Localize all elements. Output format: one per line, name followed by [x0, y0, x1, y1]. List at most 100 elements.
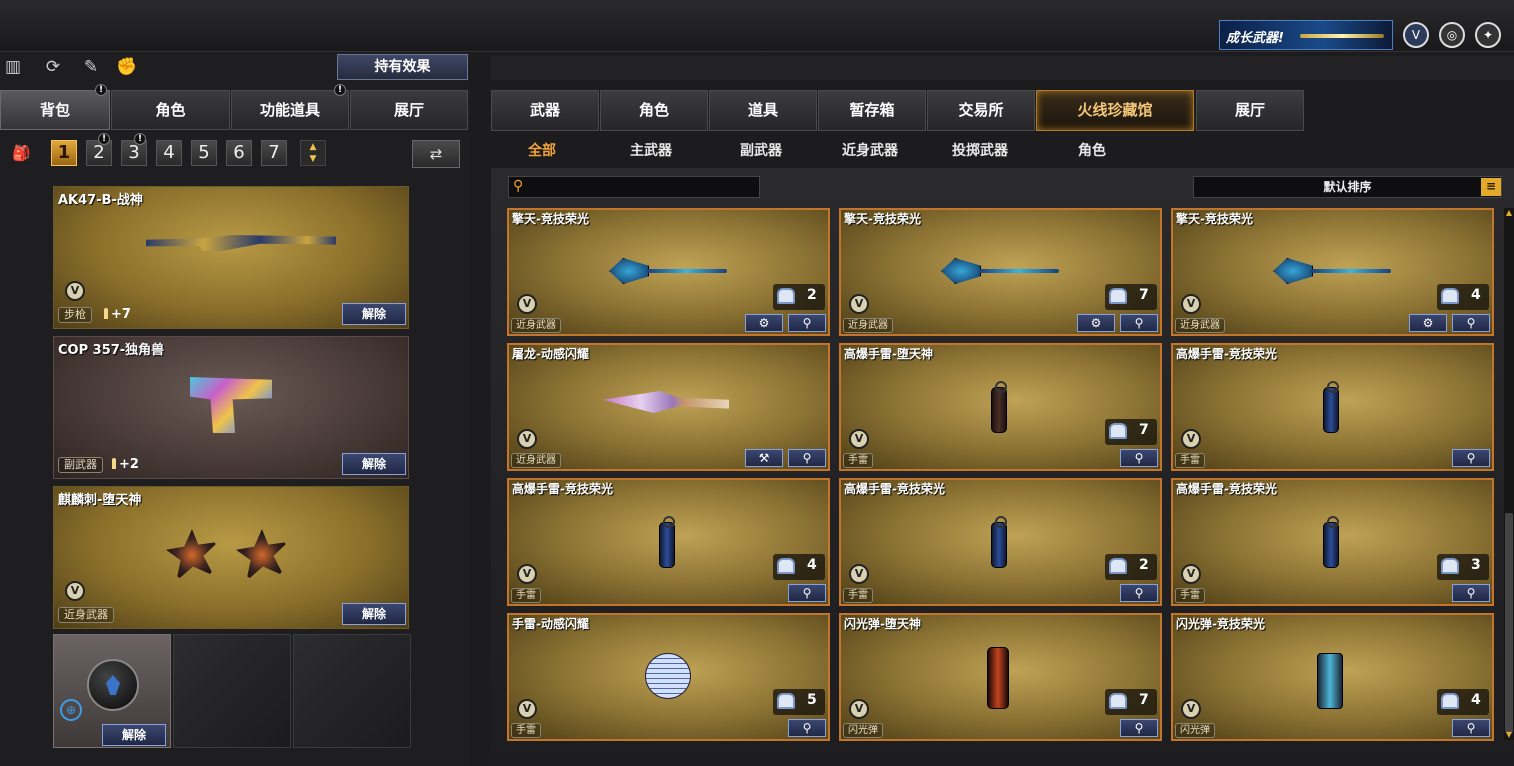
empty-slot[interactable]: [293, 634, 411, 748]
collection-item-card[interactable]: 高爆手雷-竞技荣光 V 手雷 ⚲: [1171, 343, 1494, 471]
v-badge-icon: V: [1181, 294, 1201, 314]
item-name: 高爆手雷-竞技荣光: [1176, 482, 1277, 496]
gear-button[interactable]: ⚙: [745, 314, 783, 332]
spear-image: [609, 258, 649, 284]
ak47-weapon-image: [146, 235, 336, 251]
collection-item-card[interactable]: 闪光弹-竞技荣光 V 闪光弹 4 ⚲: [1171, 613, 1494, 741]
gift-tools-icon[interactable]: ✦: [1475, 22, 1501, 48]
stock-count: 2: [1105, 554, 1157, 580]
crosshair-globe-icon[interactable]: ◎: [1439, 22, 1465, 48]
grenade-image: [1323, 516, 1339, 568]
filter-melee[interactable]: 近身武器: [842, 140, 898, 160]
spear-shaft-image: [1311, 269, 1391, 273]
inspect-button[interactable]: ⚲: [788, 449, 826, 467]
sort-dropdown[interactable]: 默认排序 ≡: [1193, 176, 1502, 198]
inspect-button[interactable]: ⚲: [1452, 449, 1490, 467]
gear-button[interactable]: ⚙: [1077, 314, 1115, 332]
collection-item-card[interactable]: 高爆手雷-竞技荣光 V 手雷 4 ⚲: [507, 478, 830, 606]
inspect-button[interactable]: ⚲: [1452, 719, 1490, 737]
tab-items[interactable]: 道具: [709, 90, 817, 131]
chest-icon: [1109, 558, 1127, 574]
page-7-button[interactable]: 7: [261, 140, 287, 166]
collection-item-card[interactable]: 高爆手雷-堕天神 V 手雷 7 ⚲: [839, 343, 1162, 471]
transfer-button[interactable]: ⇄: [412, 140, 460, 168]
tab-character[interactable]: 角色: [600, 90, 708, 131]
search-input[interactable]: [533, 179, 757, 195]
collection-item-card[interactable]: 擎天-竞技荣光 V 近身武器 4 ⚙ ⚲: [1171, 208, 1494, 336]
page-4-button[interactable]: 4: [156, 140, 182, 166]
collection-item-card[interactable]: 闪光弹-堕天神 V 闪光弹 7 ⚲: [839, 613, 1162, 741]
collection-item-card[interactable]: 擎天-竞技荣光 V 近身武器 2 ⚙ ⚲: [507, 208, 830, 336]
empty-slot[interactable]: [173, 634, 291, 748]
grenade-image: [991, 516, 1007, 568]
claw-weapon-image-right: [236, 529, 288, 581]
scroll-up-arrow[interactable]: ▲: [1504, 208, 1514, 218]
equipped-card[interactable]: COP 357-独角兽 副武器 +2 解除: [53, 336, 409, 479]
vip-shield-icon[interactable]: V: [1403, 22, 1429, 48]
scroll-thumb[interactable]: [1505, 513, 1513, 733]
filter-throwing[interactable]: 投掷武器: [952, 140, 1008, 160]
tools-button[interactable]: ⚒: [745, 449, 783, 467]
page-2-button[interactable]: 2: [86, 140, 112, 166]
inspect-button[interactable]: ⚲: [1452, 584, 1490, 602]
item-name: 擎天-竞技荣光: [512, 212, 589, 226]
inspect-button[interactable]: ⚲: [788, 719, 826, 737]
category-label: 手雷: [1175, 453, 1205, 468]
collection-item-card[interactable]: 屠龙-动感闪耀 V 近身武器 ⚒ ⚲: [507, 343, 830, 471]
page-up-down-arrows[interactable]: ▲ ▼: [300, 140, 326, 166]
filter-secondary[interactable]: 副武器: [740, 140, 782, 160]
tab-exchange[interactable]: 交易所: [927, 90, 1035, 131]
stats-icon[interactable]: ▥: [0, 54, 26, 80]
holding-effect-button[interactable]: 持有效果: [337, 54, 468, 80]
page-6-button[interactable]: 6: [226, 140, 252, 166]
filter-all[interactable]: 全部: [528, 140, 556, 160]
equipped-card[interactable]: AK47-B-战神 V 步枪 +7 解除: [53, 186, 409, 329]
tab-showroom[interactable]: 展厅: [350, 90, 468, 130]
remove-button[interactable]: 解除: [342, 603, 406, 625]
tab-weapons[interactable]: 武器: [491, 90, 599, 131]
inspect-button[interactable]: ⚲: [788, 314, 826, 332]
item-name: 闪光弹-竞技荣光: [1176, 617, 1265, 631]
filter-character[interactable]: 角色: [1078, 140, 1106, 160]
remove-button[interactable]: 解除: [342, 453, 406, 475]
refresh-icon[interactable]: ⟳: [40, 54, 66, 80]
tab-storage[interactable]: 暂存箱: [818, 90, 926, 131]
filter-primary[interactable]: 主武器: [630, 140, 672, 160]
tab-backpack[interactable]: 背包: [0, 90, 110, 130]
character-icon[interactable]: ✎: [78, 54, 104, 80]
fist-icon[interactable]: ✊: [114, 54, 140, 80]
tab-function-items[interactable]: 功能道具: [231, 90, 349, 130]
tab-character[interactable]: 角色: [111, 90, 230, 130]
tab-showroom[interactable]: 展厅: [1196, 90, 1304, 131]
chest-icon: [1441, 558, 1459, 574]
equipped-card[interactable]: 麒麟刺-堕天神 V 近身武器 解除: [53, 486, 409, 629]
scrollbar[interactable]: ▲ ▼: [1504, 208, 1514, 740]
item-name: 高爆手雷-堕天神: [844, 347, 933, 361]
search-box[interactable]: ⚲: [508, 176, 760, 198]
page-5-button[interactable]: 5: [191, 140, 217, 166]
inspect-button[interactable]: ⚲: [1120, 449, 1158, 467]
scroll-down-arrow[interactable]: ▼: [1504, 730, 1514, 740]
list-view-icon[interactable]: ≡: [1481, 178, 1501, 196]
inspect-button[interactable]: ⚲: [1120, 314, 1158, 332]
category-label: 闪光弹: [843, 723, 883, 738]
growth-weapon-banner[interactable]: 成长武器!: [1219, 20, 1393, 50]
collection-item-card[interactable]: 擎天-竞技荣光 V 近身武器 7 ⚙ ⚲: [839, 208, 1162, 336]
inspect-button[interactable]: ⚲: [1120, 719, 1158, 737]
equipped-slot[interactable]: ⊕ 解除: [53, 634, 171, 748]
item-name: 麒麟刺-堕天神: [58, 493, 142, 508]
collection-item-card[interactable]: 高爆手雷-竞技荣光 V 手雷 2 ⚲: [839, 478, 1162, 606]
inspect-button[interactable]: ⚲: [1120, 584, 1158, 602]
sort-label: 默认排序: [1323, 180, 1372, 194]
collection-item-card[interactable]: 手雷-动感闪耀 V 手雷 5 ⚲: [507, 613, 830, 741]
spear-image: [941, 258, 981, 284]
inspect-button[interactable]: ⚲: [788, 584, 826, 602]
inspect-button[interactable]: ⚲: [1452, 314, 1490, 332]
remove-button[interactable]: 解除: [102, 724, 166, 746]
gear-button[interactable]: ⚙: [1409, 314, 1447, 332]
remove-button[interactable]: 解除: [342, 303, 406, 325]
page-1-button[interactable]: 1: [51, 140, 77, 166]
v-badge-icon: V: [1181, 429, 1201, 449]
collection-item-card[interactable]: 高爆手雷-竞技荣光 V 手雷 3 ⚲: [1171, 478, 1494, 606]
tab-collection[interactable]: 火线珍藏馆: [1036, 90, 1194, 131]
